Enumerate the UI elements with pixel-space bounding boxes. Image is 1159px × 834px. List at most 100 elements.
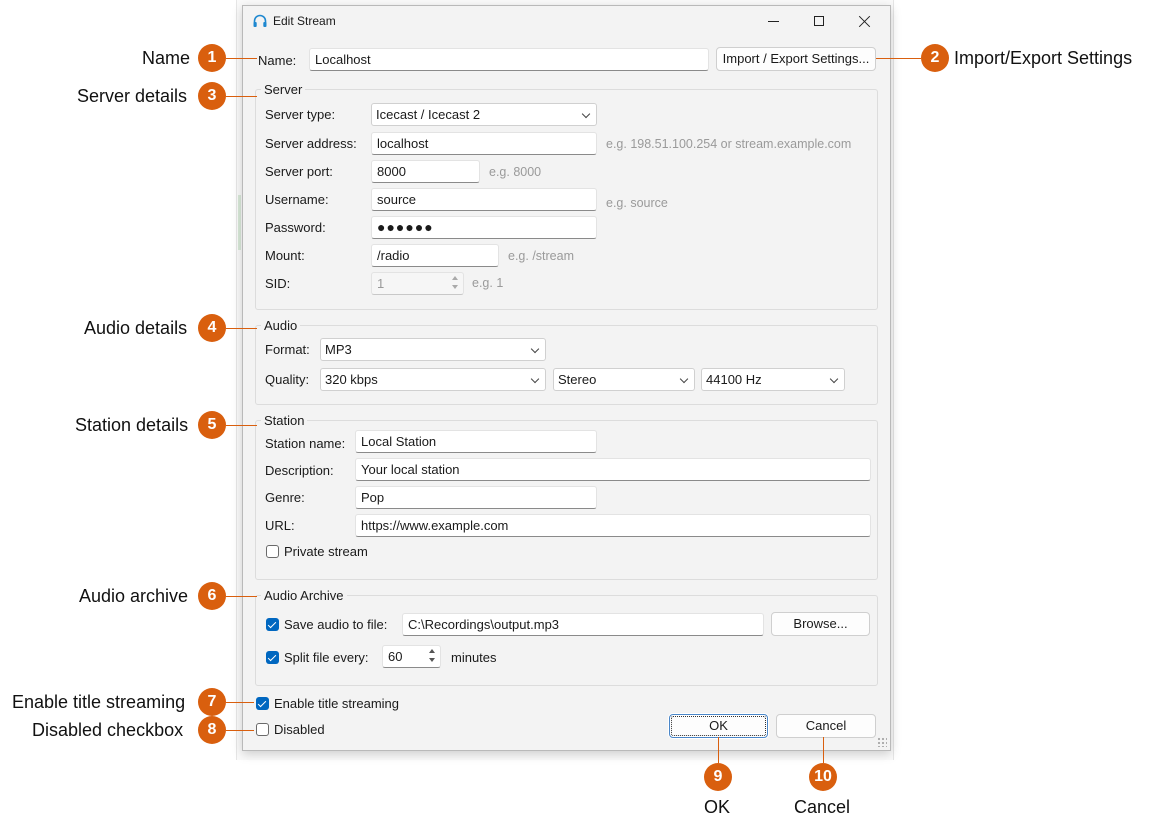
private-stream-label: Private stream — [284, 544, 368, 559]
callout-line-5 — [226, 425, 257, 426]
callout-line-2 — [876, 58, 921, 59]
format-select[interactable]: MP3 — [320, 338, 546, 361]
server-type-value: Icecast / Icecast 2 — [376, 107, 481, 122]
callout-badge-9: 9 — [704, 763, 732, 791]
mount-hint: e.g. /stream — [508, 249, 574, 263]
audio-group-title: Audio — [261, 318, 301, 333]
quality-select[interactable]: 320 kbps — [320, 368, 546, 391]
genre-label: Genre: — [265, 490, 305, 505]
archive-group — [255, 595, 878, 686]
sid-value: 1 — [377, 276, 385, 291]
cancel-button[interactable]: Cancel — [776, 714, 876, 738]
channels-value: Stereo — [558, 372, 597, 387]
callout-badge-2: 2 — [921, 44, 949, 72]
audio-group — [255, 325, 878, 405]
save-audio-checkbox[interactable] — [266, 618, 279, 631]
callout-label-disabled: Disabled checkbox — [32, 720, 184, 740]
split-spinner[interactable] — [425, 647, 439, 666]
quality-value: 320 kbps — [325, 372, 378, 387]
callout-line-4 — [226, 328, 257, 329]
mount-field[interactable]: /radio — [371, 244, 499, 267]
callout-label-title-streaming: Enable title streaming — [12, 692, 186, 712]
split-file-label: Split file every: — [284, 650, 369, 665]
edit-stream-dialog: Edit Stream Name: Localhost Import / Exp… — [242, 5, 891, 751]
samplerate-select[interactable]: 44100 Hz — [701, 368, 845, 391]
split-minutes-stepper[interactable]: 60 — [382, 645, 441, 668]
callout-label-archive: Audio archive — [79, 586, 189, 606]
arrow-down-icon[interactable] — [425, 656, 439, 665]
username-hint: e.g. source — [606, 196, 668, 210]
browse-button[interactable]: Browse... — [771, 612, 870, 636]
close-button[interactable] — [842, 6, 888, 36]
server-port-field[interactable]: 8000 — [371, 160, 480, 183]
username-label: Username: — [265, 192, 329, 207]
split-unit-label: minutes — [451, 650, 497, 665]
sid-stepper: 1 — [371, 272, 464, 295]
split-file-checkbox[interactable] — [266, 651, 279, 664]
password-field[interactable]: ●●●●●● — [371, 216, 597, 239]
minimize-button[interactable] — [750, 6, 796, 36]
quality-label: Quality: — [265, 372, 310, 387]
callout-badge-5: 5 — [198, 411, 226, 439]
name-label: Name: — [258, 53, 297, 68]
split-minutes-value: 60 — [388, 649, 403, 664]
server-port-hint: e.g. 8000 — [489, 165, 542, 179]
sid-hint: e.g. 1 — [472, 276, 504, 290]
server-address-hint: e.g. 198.51.100.254 or stream.example.co… — [606, 137, 852, 151]
callout-line-1 — [226, 58, 257, 59]
password-label: Password: — [265, 220, 326, 235]
callout-label-name: Name — [142, 48, 191, 68]
arrow-down-icon — [448, 283, 462, 292]
mount-label: Mount: — [265, 248, 305, 263]
genre-field[interactable]: Pop — [355, 486, 597, 509]
sid-label: SID: — [265, 276, 291, 291]
maximize-icon — [814, 16, 824, 26]
import-export-button[interactable]: Import / Export Settings... — [716, 47, 876, 71]
save-audio-label: Save audio to file: — [284, 617, 388, 632]
ok-button[interactable]: OK — [669, 714, 768, 738]
disabled-checkbox[interactable] — [256, 723, 269, 736]
callout-line-8 — [226, 730, 254, 731]
callout-badge-10: 10 — [809, 763, 837, 791]
title-streaming-label: Enable title streaming — [274, 696, 400, 711]
archive-group-title: Audio Archive — [261, 588, 347, 603]
title-streaming-checkbox[interactable] — [256, 697, 269, 710]
format-value: MP3 — [325, 342, 352, 357]
server-address-field[interactable]: localhost — [371, 132, 597, 155]
callout-line-6 — [226, 596, 257, 597]
samplerate-value: 44100 Hz — [706, 372, 762, 387]
station-name-label: Station name: — [265, 436, 346, 451]
callout-badge-7: 7 — [198, 688, 226, 716]
channels-select[interactable]: Stereo — [553, 368, 695, 391]
url-field[interactable]: https://www.example.com — [355, 514, 871, 537]
name-field[interactable]: Localhost — [309, 48, 709, 71]
callout-line-9 — [718, 737, 719, 763]
chevron-down-icon — [581, 109, 591, 119]
close-icon — [859, 15, 871, 27]
format-label: Format: — [265, 342, 310, 357]
callout-badge-4: 4 — [198, 314, 226, 342]
username-field[interactable]: source — [371, 188, 597, 211]
maximize-button[interactable] — [796, 6, 842, 36]
private-stream-checkbox[interactable] — [266, 545, 279, 558]
window-title: Edit Stream — [273, 14, 336, 28]
resize-grip[interactable] — [877, 737, 887, 747]
server-type-select[interactable]: Icecast / Icecast 2 — [371, 103, 597, 126]
callout-badge-6: 6 — [198, 582, 226, 610]
callout-badge-1: 1 — [198, 44, 226, 72]
minimize-icon — [767, 20, 779, 22]
headphones-icon — [253, 14, 267, 27]
server-port-label: Server port: — [265, 164, 333, 179]
arrow-up-icon[interactable] — [425, 647, 439, 656]
chevron-down-icon — [829, 374, 839, 384]
title-bar[interactable]: Edit Stream — [243, 6, 890, 38]
server-address-label: Server address: — [265, 136, 357, 151]
callout-label-ok: OK — [704, 797, 731, 817]
callout-line-3 — [226, 96, 257, 97]
chevron-down-icon — [530, 374, 540, 384]
save-path-field[interactable]: C:\Recordings\output.mp3 — [402, 613, 764, 636]
station-name-field[interactable]: Local Station — [355, 430, 597, 453]
description-field[interactable]: Your local station — [355, 458, 871, 481]
sid-spinner — [448, 274, 462, 293]
callout-label-cancel: Cancel — [794, 797, 851, 817]
